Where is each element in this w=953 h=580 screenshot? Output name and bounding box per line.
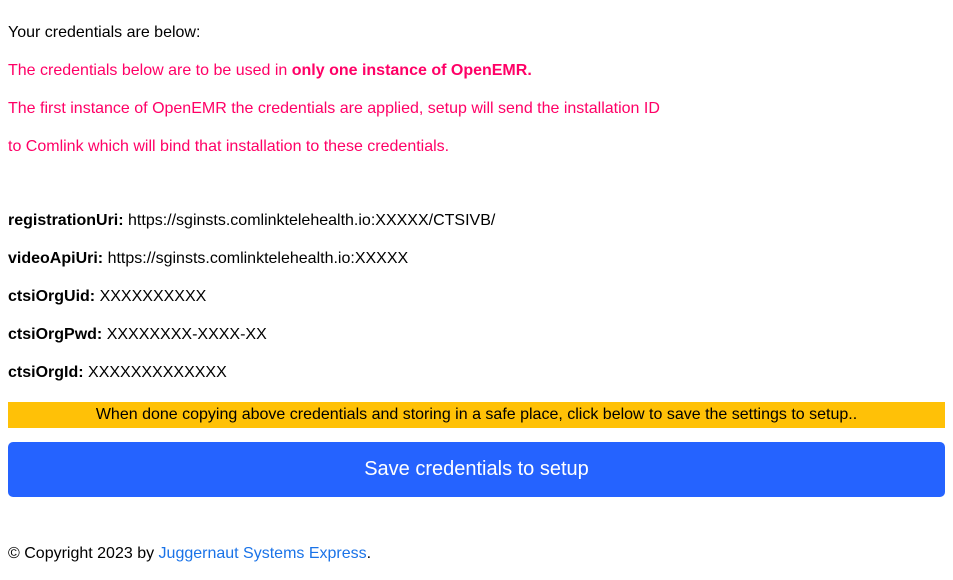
footer-link[interactable]: Juggernaut Systems Express [159,545,367,562]
cred-row-ctsiorguid: ctsiOrgUid: XXXXXXXXXX [8,288,945,306]
save-credentials-button[interactable]: Save credentials to setup [8,442,945,497]
cred-label: ctsiOrgPwd: [8,326,102,343]
cred-value: https://sginsts.comlinktelehealth.io:XXX… [108,250,409,267]
footer-copyright: © Copyright 2023 by Juggernaut Systems E… [8,545,945,563]
warning-line-1: The credentials below are to be used in … [8,62,945,80]
cred-value: XXXXXXXXXXXXX [88,364,227,381]
warning-line-2: The first instance of OpenEMR the creden… [8,100,945,118]
credentials-section: registrationUri: https://sginsts.comlink… [8,212,945,402]
instruction-banner: When done copying above credentials and … [8,402,945,428]
cred-row-ctsiorgid: ctsiOrgId: XXXXXXXXXXXXX [8,364,945,382]
cred-value: XXXXXXXX-XXXX-XX [107,326,267,343]
credentials-intro: Your credentials are below: [8,24,945,42]
warning-bold: only one instance of OpenEMR. [292,62,532,79]
cred-label: registrationUri: [8,212,124,229]
copyright-prefix: © Copyright 2023 by [8,545,159,562]
copyright-suffix: . [367,545,371,562]
cred-row-registrationuri: registrationUri: https://sginsts.comlink… [8,212,945,230]
warning-prefix: The credentials below are to be used in [8,62,292,79]
cred-row-videoapiuri: videoApiUri: https://sginsts.comlinktele… [8,250,945,268]
cred-value: XXXXXXXXXX [100,288,207,305]
warning-line-3: to Comlink which will bind that installa… [8,138,945,156]
cred-label: videoApiUri: [8,250,103,267]
cred-value: https://sginsts.comlinktelehealth.io:XXX… [128,212,495,229]
cred-label: ctsiOrgId: [8,364,84,381]
cred-row-ctsiorgpwd: ctsiOrgPwd: XXXXXXXX-XXXX-XX [8,326,945,344]
cred-label: ctsiOrgUid: [8,288,95,305]
